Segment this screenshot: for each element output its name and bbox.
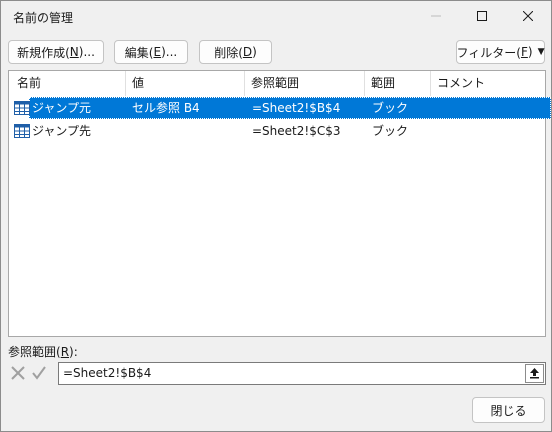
dropdown-arrow-icon: ▼ bbox=[537, 47, 545, 57]
minimize-icon bbox=[431, 15, 441, 17]
names-list[interactable]: 名前 値 参照範囲 範囲 コメント ジャンプ元 セル参照 B4 =Sheet2!… bbox=[8, 70, 551, 337]
edit-label-post: )... bbox=[161, 45, 178, 59]
filter-accel-key: F bbox=[520, 45, 528, 59]
refers-to-value: =Sheet2!$B$4 bbox=[63, 366, 152, 380]
refers-to-input[interactable]: =Sheet2!$B$4 bbox=[58, 362, 546, 385]
cell-refers-to: =Sheet2!$C$3 bbox=[252, 124, 341, 138]
collapse-dialog-button[interactable] bbox=[525, 364, 544, 383]
cancel-x-icon[interactable] bbox=[9, 364, 27, 382]
column-header-value[interactable]: 値 bbox=[126, 71, 245, 96]
list-item[interactable]: ジャンプ元 セル参照 B4 =Sheet2!$B$4 ブック bbox=[9, 97, 551, 119]
close-window-button[interactable] bbox=[505, 1, 551, 31]
name-table-icon bbox=[14, 101, 30, 115]
name-manager-dialog: 名前の管理 新規作成(N)... 編集(E)... 削除(D) フィルター(F)… bbox=[0, 0, 552, 432]
column-header-comment[interactable]: コメント bbox=[431, 71, 545, 96]
delete-label-pre: 削除( bbox=[214, 45, 243, 60]
new-name-button[interactable]: 新規作成(N)... bbox=[8, 40, 104, 64]
name-table-icon bbox=[14, 124, 30, 138]
new-accel-key: N bbox=[69, 45, 79, 59]
delete-name-button[interactable]: 削除(D) bbox=[199, 40, 272, 64]
close-button[interactable]: 閉じる bbox=[472, 397, 545, 423]
column-header-name[interactable]: 名前 bbox=[9, 71, 126, 96]
collapse-dialog-icon bbox=[530, 368, 539, 379]
minimize-button[interactable] bbox=[413, 1, 459, 31]
close-icon bbox=[523, 11, 533, 21]
filter-label-pre: フィルター( bbox=[456, 45, 521, 60]
cell-scope: ブック bbox=[372, 124, 409, 138]
confirm-check-icon[interactable] bbox=[30, 364, 48, 382]
refers-to-accel-key: R bbox=[60, 345, 70, 359]
cell-refers-to: =Sheet2!$B$4 bbox=[252, 101, 341, 115]
dialog-title: 名前の管理 bbox=[13, 11, 74, 25]
delete-label-post: ) bbox=[252, 45, 257, 59]
edit-name-button[interactable]: 編集(E)... bbox=[114, 40, 188, 64]
cell-name: ジャンプ元 bbox=[32, 101, 92, 115]
maximize-icon bbox=[477, 11, 487, 21]
cell-scope: ブック bbox=[372, 101, 409, 115]
filter-label-post: ) bbox=[527, 45, 533, 59]
refers-to-label-pre: 参照範囲( bbox=[8, 345, 61, 359]
list-item[interactable]: ジャンプ先 =Sheet2!$C$3 ブック bbox=[9, 120, 545, 142]
title-bar: 名前の管理 bbox=[1, 1, 551, 33]
refers-to-label-post: ): bbox=[69, 345, 78, 359]
maximize-button[interactable] bbox=[459, 1, 505, 31]
list-header: 名前 値 参照範囲 範囲 コメント bbox=[9, 71, 545, 96]
edit-label-pre: 編集( bbox=[124, 45, 154, 60]
cell-value: セル参照 B4 bbox=[132, 101, 200, 115]
column-header-refers-to[interactable]: 参照範囲 bbox=[245, 71, 365, 96]
filter-button[interactable]: フィルター(F) ▼ bbox=[456, 40, 545, 64]
cell-name: ジャンプ先 bbox=[32, 124, 92, 138]
delete-accel-key: D bbox=[242, 45, 253, 59]
column-header-scope[interactable]: 範囲 bbox=[365, 71, 431, 96]
new-label-post: )... bbox=[78, 45, 95, 59]
refers-to-label: 参照範囲(R): bbox=[8, 343, 78, 360]
edit-accel-key: E bbox=[153, 45, 162, 59]
new-label-pre: 新規作成( bbox=[17, 45, 70, 60]
